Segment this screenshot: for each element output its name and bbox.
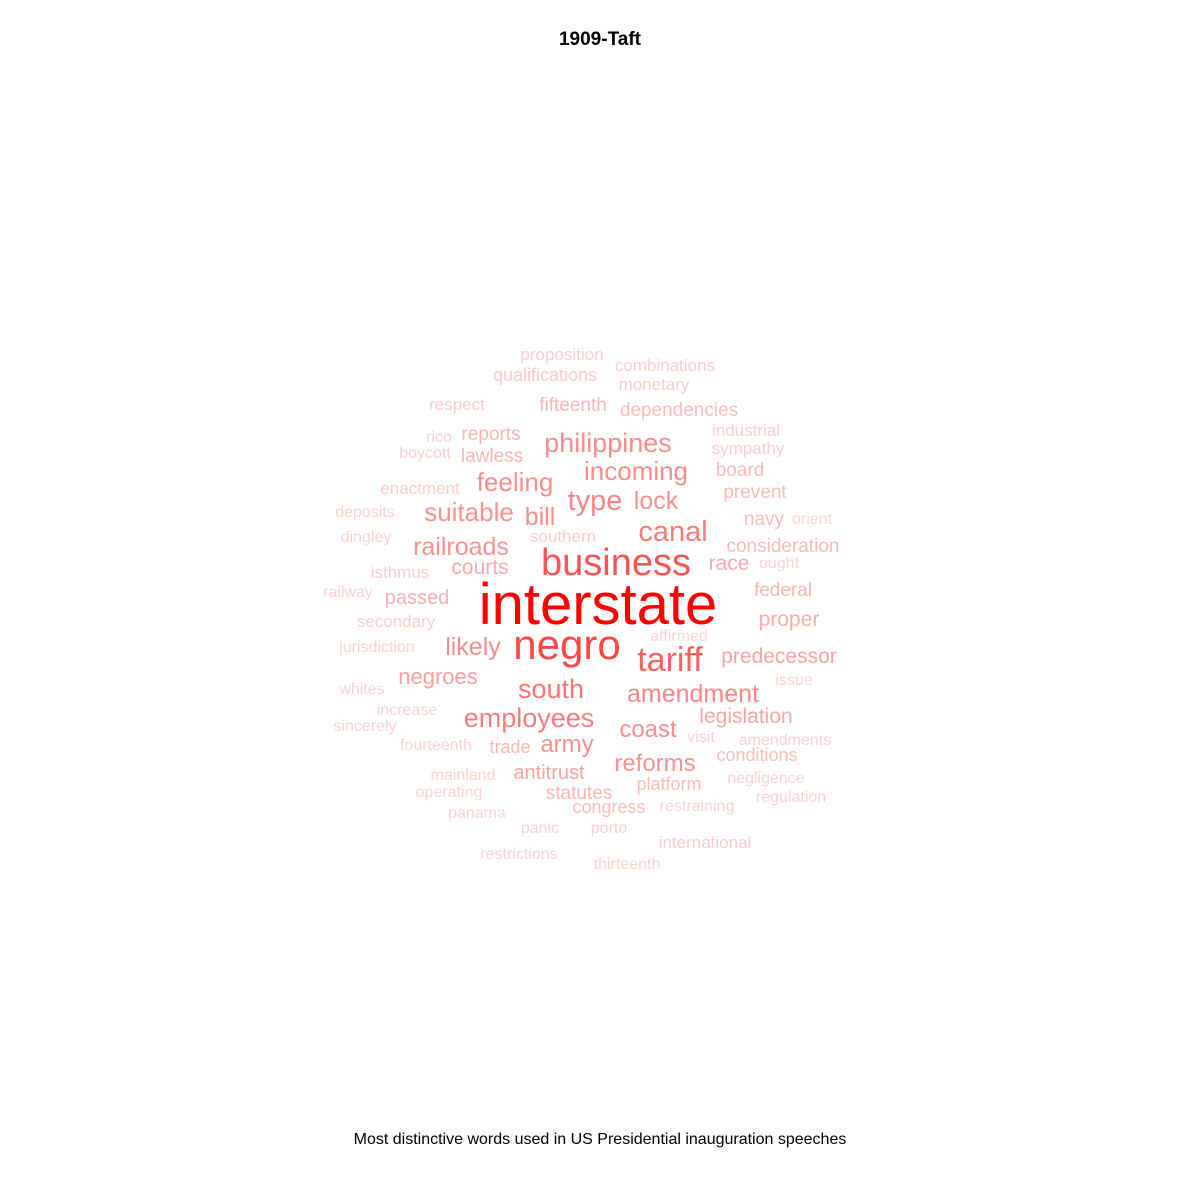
word-negligence: negligence: [727, 770, 805, 787]
word-federal: federal: [754, 580, 812, 601]
word-predecessor: predecessor: [721, 645, 837, 668]
word-feeling: feeling: [477, 467, 554, 497]
word-southern: southern: [530, 527, 596, 546]
word-lawless: lawless: [461, 446, 523, 467]
word-mainland: mainland: [431, 767, 496, 784]
word-platform: platform: [636, 774, 701, 794]
word-jurisdiction: jurisdiction: [338, 639, 415, 656]
word-operating: operating: [416, 784, 483, 801]
word-canal: canal: [638, 516, 707, 548]
word-industrial: industrial: [712, 421, 780, 440]
word-lock: lock: [634, 487, 679, 515]
word-navy: navy: [744, 509, 785, 530]
word-affirmed: affirmed: [650, 628, 708, 645]
word-employees: employees: [464, 703, 595, 733]
word-railway: railway: [323, 584, 373, 601]
word-sincerely: sincerely: [333, 718, 396, 735]
word-likely: likely: [445, 633, 501, 661]
word-amendments: amendments: [739, 732, 832, 749]
word-secondary: secondary: [357, 612, 436, 631]
word-visit: visit: [687, 729, 715, 746]
word-qualifications: qualifications: [493, 365, 597, 385]
word-incoming: incoming: [584, 456, 688, 486]
word-panic: panic: [521, 820, 559, 837]
word-international: international: [659, 833, 752, 852]
word-negro: negro: [513, 621, 620, 668]
word-dependencies: dependencies: [620, 400, 738, 421]
word-business: business: [541, 542, 691, 584]
word-respect: respect: [429, 395, 485, 414]
word-congress: congress: [572, 797, 645, 817]
word-amendment: amendment: [627, 680, 759, 708]
word-fourteenth: fourteenth: [400, 737, 472, 754]
word-philippines: philippines: [544, 428, 672, 458]
word-porto: porto: [591, 820, 628, 837]
word-prevent: prevent: [723, 482, 787, 503]
word-enactment: enactment: [380, 479, 460, 498]
word-trade: trade: [489, 737, 530, 757]
word-antitrust: antitrust: [513, 762, 585, 784]
word-monetary: monetary: [619, 375, 690, 394]
word-south: south: [518, 674, 584, 704]
word-restrictions: restrictions: [480, 846, 557, 863]
word-courts: courts: [451, 556, 508, 579]
word-negroes: negroes: [398, 664, 478, 689]
word-coast: coast: [619, 716, 677, 743]
word-passed: passed: [385, 587, 450, 609]
word-reports: reports: [461, 424, 520, 445]
word-fifteenth: fifteenth: [539, 395, 607, 416]
word-boycott: boycott: [399, 445, 451, 462]
word-proper: proper: [759, 608, 820, 631]
word-army: army: [540, 731, 593, 758]
word-regulation: regulation: [756, 789, 826, 806]
word-ought: ought: [759, 555, 800, 572]
word-isthmus: isthmus: [371, 563, 430, 582]
word-issue: issue: [775, 672, 812, 689]
word-thirteenth: thirteenth: [594, 856, 661, 873]
chart-caption: Most distinctive words used in US Presid…: [353, 1131, 847, 1148]
word-dingley: dingley: [341, 529, 392, 546]
word-orient: orient: [792, 511, 833, 528]
word-board: board: [716, 460, 765, 481]
word-proposition: proposition: [520, 345, 603, 364]
word-reforms: reforms: [614, 750, 695, 777]
word-cloud: interstatenegrobusinesstariffcanalsouthe…: [323, 345, 839, 873]
word-suitable: suitable: [424, 497, 514, 527]
word-sympathy: sympathy: [712, 439, 785, 458]
word-deposits: deposits: [335, 504, 395, 521]
word-tariff: tariff: [637, 641, 703, 679]
word-legislation: legislation: [699, 705, 792, 728]
word-whites: whites: [338, 681, 384, 698]
word-rico: rico: [426, 429, 452, 446]
word-combinations: combinations: [615, 356, 715, 375]
word-consideration: consideration: [726, 536, 839, 557]
word-panama: panama: [448, 805, 506, 822]
word-type: type: [568, 485, 623, 517]
word-restraining: restraining: [660, 798, 735, 815]
word-increase: increase: [377, 702, 438, 719]
